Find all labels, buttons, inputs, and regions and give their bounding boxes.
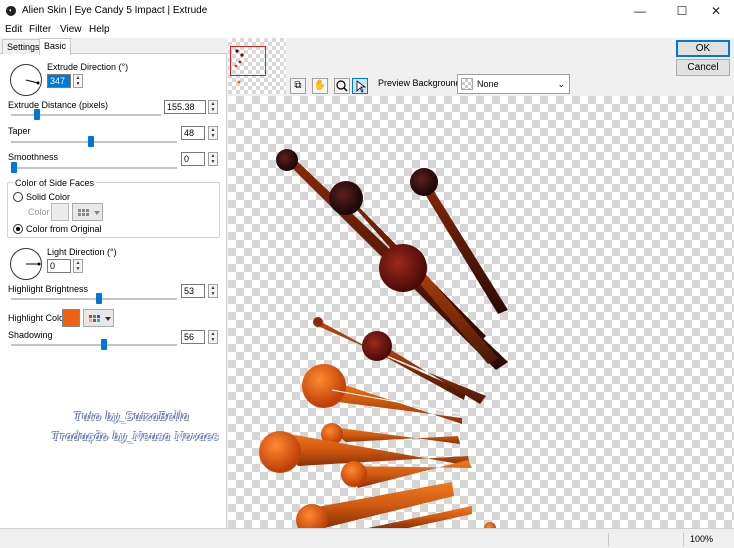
taper-stepper[interactable]: ▲ ▼: [208, 126, 218, 140]
highlight-brightness-stepper[interactable]: ▲ ▼: [208, 284, 218, 298]
taper-slider-track[interactable]: [11, 141, 177, 143]
highlight-brightness-input[interactable]: 53: [181, 284, 205, 298]
extrude-distance-input[interactable]: 155.38: [164, 100, 206, 114]
shadowing-input[interactable]: 56: [181, 330, 205, 344]
ok-button[interactable]: OK: [676, 40, 730, 57]
taper-slider-thumb[interactable]: [87, 136, 94, 147]
select-tool-button[interactable]: [352, 78, 368, 94]
side-faces-group-label: Color of Side Faces: [13, 178, 97, 188]
extrude-direction-input[interactable]: 347: [47, 74, 71, 88]
preview-toolbar: ⧉ ✋ Preview Background: None ⌄ OK Cancel: [228, 38, 734, 96]
window-title: Alien Skin | Eye Candy 5 Impact | Extrud…: [22, 5, 208, 16]
zoom-level: 100%: [683, 533, 733, 547]
side-color-swatch[interactable]: [51, 203, 69, 221]
extrude-direction-dial[interactable]: [10, 64, 42, 96]
menu-help[interactable]: Help: [89, 24, 110, 35]
extrude-distance-label: Extrude Distance (pixels): [8, 100, 109, 110]
side-color-label: Color: [28, 207, 50, 217]
palette-grid-icon: [89, 315, 111, 322]
preview-compare-button[interactable]: ⧉: [290, 78, 306, 94]
title-bar: Alien Skin | Eye Candy 5 Impact | Extrud…: [0, 0, 734, 22]
smoothness-slider-track[interactable]: [11, 167, 177, 169]
extrude-distance-stepper[interactable]: ▲ ▼: [208, 100, 218, 114]
preview-background-label: Preview Background:: [378, 78, 464, 88]
cancel-button[interactable]: Cancel: [676, 59, 730, 76]
tab-basic[interactable]: Basic: [39, 38, 72, 55]
side-color-palette-button[interactable]: [72, 203, 103, 221]
dial-needle-icon: [25, 79, 40, 85]
solid-color-radio[interactable]: [13, 192, 23, 202]
watermark-line-1: Tuto by_SuizaBella: [74, 410, 190, 423]
extruded-rods-preview: [259, 149, 508, 528]
zoom-tool-button[interactable]: [334, 78, 350, 94]
highlight-color-swatch[interactable]: [62, 309, 80, 327]
light-direction-dial[interactable]: [10, 248, 42, 280]
highlight-brightness-slider-thumb[interactable]: [95, 293, 102, 304]
shadowing-slider-track[interactable]: [11, 344, 177, 346]
status-cell-empty: [608, 533, 683, 547]
transparency-swatch-icon: [461, 78, 473, 90]
highlight-color-label: Highlight Color: [8, 313, 68, 323]
alien-skin-logo-icon: [6, 6, 16, 16]
chevron-down-icon: ⌄: [557, 79, 565, 89]
magnifier-icon: [336, 80, 348, 92]
highlight-brightness-label: Highlight Brightness: [8, 284, 89, 294]
shadowing-label: Shadowing: [8, 330, 53, 340]
smoothness-stepper[interactable]: ▲ ▼: [208, 152, 218, 166]
settings-panel: Settings Basic Extrude Direction (°) 347…: [0, 38, 227, 528]
menu-edit[interactable]: Edit: [5, 24, 22, 35]
maximize-button[interactable]: ☐: [674, 3, 690, 19]
light-direction-input[interactable]: 0: [47, 259, 71, 273]
dial-needle-icon: [26, 262, 41, 266]
preview-background-value: None: [477, 79, 499, 89]
status-bar: 100%: [0, 528, 734, 548]
preview-background-select[interactable]: None ⌄: [457, 74, 570, 94]
menu-view[interactable]: View: [60, 24, 82, 35]
smoothness-slider-thumb[interactable]: [11, 162, 17, 173]
minimize-button[interactable]: —: [632, 3, 648, 19]
light-direction-stepper[interactable]: ▲ ▼: [73, 259, 83, 273]
palette-grid-icon: [78, 209, 100, 216]
smoothness-input[interactable]: 0: [181, 152, 205, 166]
color-from-original-label: Color from Original: [26, 224, 102, 234]
extrude-direction-stepper[interactable]: ▲ ▼: [73, 74, 83, 88]
arrow-pointer-icon: [356, 80, 367, 93]
highlight-brightness-slider-track[interactable]: [11, 298, 177, 300]
extrude-distance-slider-thumb[interactable]: [34, 109, 40, 120]
shadowing-stepper[interactable]: ▲ ▼: [208, 330, 218, 344]
menu-filter[interactable]: Filter: [29, 24, 51, 35]
extrude-direction-label: Extrude Direction (°): [47, 62, 129, 72]
solid-color-label: Solid Color: [26, 192, 71, 202]
menu-bar: Edit Filter View Help: [0, 22, 734, 38]
thumbnail-preview-icon: [234, 49, 244, 84]
highlight-color-palette-button[interactable]: [83, 309, 114, 327]
taper-input[interactable]: 48: [181, 126, 205, 140]
light-direction-label: Light Direction (°): [47, 247, 117, 257]
smoothness-label: Smoothness: [8, 152, 59, 162]
watermark-line-2: Tradução by_Neusa Novaes: [52, 430, 219, 443]
close-button[interactable]: ✕: [708, 3, 724, 19]
color-from-original-radio[interactable]: [13, 224, 23, 234]
tab-strip: Settings Basic: [0, 38, 227, 55]
rod-group: [259, 149, 508, 528]
hand-tool-button[interactable]: ✋: [312, 78, 328, 94]
navigator-thumbnail[interactable]: [228, 38, 286, 94]
taper-label: Taper: [8, 126, 31, 136]
shadowing-slider-thumb[interactable]: [100, 339, 107, 350]
preview-canvas[interactable]: [228, 96, 734, 528]
